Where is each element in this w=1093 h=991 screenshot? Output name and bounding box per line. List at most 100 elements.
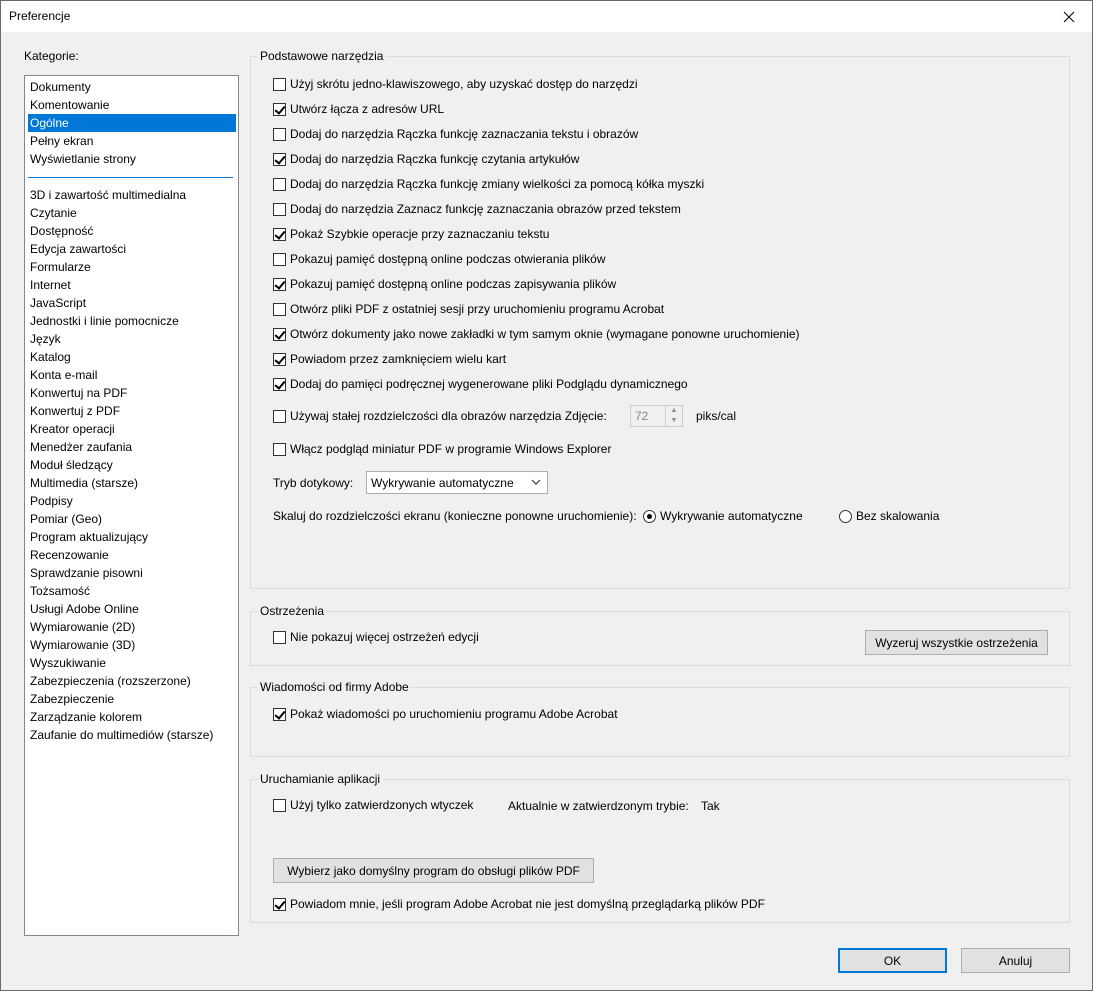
basic-tools-option[interactable]: Dodaj do narzędzia Rączka funkcję czytan… [273,151,579,167]
notify-default-row[interactable]: Powiadom mnie, jeśli program Adobe Acrob… [273,896,765,912]
basic-tools-option[interactable]: Utwórz łącza z adresów URL [273,101,444,117]
option-checkbox[interactable] [273,77,286,91]
warnings-legend: Ostrzeżenia [257,604,328,618]
category-item-zabezpieczenie[interactable]: Zabezpieczenie [28,690,236,708]
category-item-javascript[interactable]: JavaScript [28,294,236,312]
category-item-internet[interactable]: Internet [28,276,236,294]
category-item-dokumenty[interactable]: Dokumenty [28,78,236,96]
resolution-stepper[interactable]: 72 ▲ ▼ [630,405,683,427]
category-item-menedzer-zaufania[interactable]: Menedżer zaufania [28,438,236,456]
notify-default-label: Powiadom mnie, jeśli program Adobe Acrob… [290,897,765,911]
category-item-jednostki-i-linie-pomocnicze[interactable]: Jednostki i linie pomocnicze [28,312,236,330]
category-item-tozsamosc[interactable]: Tożsamość [28,582,236,600]
category-item-zaufanie-do-multimediow-starsze[interactable]: Zaufanie do multimediów (starsze) [28,726,236,744]
category-item-konta-e-mail[interactable]: Konta e-mail [28,366,236,384]
option-checkbox[interactable] [273,352,286,366]
touch-mode-select[interactable]: Wykrywanie automatyczne [366,471,548,494]
category-item-dostepnosc[interactable]: Dostępność [28,222,236,240]
scaling-none-radio[interactable] [839,509,852,523]
category-item-komentowanie[interactable]: Komentowanie [28,96,236,114]
scaling-auto-radio[interactable] [643,509,656,523]
category-item-pomiar-geo[interactable]: Pomiar (Geo) [28,510,236,528]
close-button[interactable] [1046,1,1092,32]
category-item-czytanie[interactable]: Czytanie [28,204,236,222]
thumbnails-row[interactable]: Włącz podgląd miniatur PDF w programie W… [273,441,611,457]
option-checkbox[interactable] [273,102,286,116]
option-checkbox[interactable] [273,227,286,241]
option-checkbox[interactable] [273,177,286,191]
basic-tools-option[interactable]: Użyj skrótu jedno-klawiszowego, aby uzys… [273,76,638,92]
category-item-kreator-operacji[interactable]: Kreator operacji [28,420,236,438]
option-checkbox[interactable] [273,277,286,291]
option-checkbox[interactable] [273,127,286,141]
ok-button[interactable]: OK [838,948,947,973]
category-item-formularze[interactable]: Formularze [28,258,236,276]
reset-warnings-button[interactable]: Wyzeruj wszystkie ostrzeżenia [865,630,1048,655]
fixed-resolution-checkbox[interactable] [273,409,286,423]
thumbnails-checkbox[interactable] [273,442,286,456]
category-item-zarzadzanie-kolorem[interactable]: Zarządzanie kolorem [28,708,236,726]
cancel-button[interactable]: Anuluj [961,948,1070,973]
approved-plugins-checkbox[interactable] [273,798,286,812]
basic-tools-option[interactable]: Powiadom przez zamknięciem wielu kart [273,351,506,367]
category-item-zabezpieczenia-rozszerzone[interactable]: Zabezpieczenia (rozszerzone) [28,672,236,690]
category-item-konwertuj-z-pdf[interactable]: Konwertuj z PDF [28,402,236,420]
option-label: Pokazuj pamięć dostępną online podczas o… [290,252,606,266]
no-edit-warnings-row[interactable]: Nie pokazuj więcej ostrzeżeń edycji [273,629,479,645]
basic-tools-option[interactable]: Dodaj do narzędzia Zaznacz funkcję zazna… [273,201,681,217]
option-label: Dodaj do narzędzia Zaznacz funkcję zazna… [290,202,681,216]
option-checkbox[interactable] [273,302,286,316]
no-edit-warnings-checkbox[interactable] [273,630,286,644]
option-label: Użyj skrótu jedno-klawiszowego, aby uzys… [290,77,638,91]
stepper-up-icon[interactable]: ▲ [666,406,682,416]
category-item-multimedia-starsze[interactable]: Multimedia (starsze) [28,474,236,492]
option-label: Dodaj do narzędzia Rączka funkcję zmiany… [290,177,705,191]
category-item-uslugi-adobe-online[interactable]: Usługi Adobe Online [28,600,236,618]
fixed-resolution-row[interactable]: Używaj stałej rozdzielczości dla obrazów… [273,408,607,424]
basic-tools-option[interactable]: Otwórz pliki PDF z ostatniej sesji przy … [273,301,664,317]
category-item-wymiarowanie-3d[interactable]: Wymiarowanie (3D) [28,636,236,654]
basic-tools-option[interactable]: Dodaj do narzędzia Rączka funkcję zmiany… [273,176,704,192]
basic-tools-option[interactable]: Pokazuj pamięć dostępną online podczas z… [273,276,616,292]
category-item-program-aktualizujacy[interactable]: Program aktualizujący [28,528,236,546]
category-item-3d-i-zawartosc-multimedialna[interactable]: 3D i zawartość multimedialna [28,186,236,204]
category-item-wymiarowanie-2d[interactable]: Wymiarowanie (2D) [28,618,236,636]
category-item-sprawdzanie-pisowni[interactable]: Sprawdzanie pisowni [28,564,236,582]
category-item-podpisy[interactable]: Podpisy [28,492,236,510]
approved-plugins-row[interactable]: Użyj tylko zatwierdzonych wtyczek [273,797,473,813]
option-checkbox[interactable] [273,327,286,341]
categories-list[interactable]: Dokumenty Komentowanie Ogólne Pełny ekran Wy… [24,75,239,936]
option-checkbox[interactable] [273,252,286,266]
option-checkbox[interactable] [273,152,286,166]
show-messages-checkbox[interactable] [273,707,286,721]
basic-tools-option[interactable]: Dodaj do pamięci podręcznej wygenerowane… [273,376,688,392]
option-checkbox[interactable] [273,377,286,391]
option-label: Dodaj do narzędzia Rączka funkcję zaznac… [290,127,639,141]
scaling-none-label: Bez skalowania [856,509,940,523]
notify-default-checkbox[interactable] [273,897,286,911]
category-item-modul-sledzacy[interactable]: Moduł śledzący [28,456,236,474]
category-item-katalog[interactable]: Katalog [28,348,236,366]
scaling-none-option[interactable]: Bez skalowania [839,508,939,524]
show-messages-row[interactable]: Pokaż wiadomości po uruchomieniu program… [273,706,618,722]
category-item-edycja-zawartosci[interactable]: Edycja zawartości [28,240,236,258]
category-item-wyszukiwanie[interactable]: Wyszukiwanie [28,654,236,672]
set-default-pdf-button[interactable]: Wybierz jako domyślny program do obsługi… [273,858,594,883]
stepper-down-icon[interactable]: ▼ [666,416,682,426]
basic-tools-option[interactable]: Dodaj do narzędzia Rączka funkcję zaznac… [273,126,638,142]
category-item-jezyk[interactable]: Język [28,330,236,348]
option-checkbox[interactable] [273,202,286,216]
basic-tools-option[interactable]: Pokazuj pamięć dostępną online podczas o… [273,251,606,267]
basic-tools-option[interactable]: Otwórz dokumenty jako nowe zakładki w ty… [273,326,800,342]
approved-mode-status-value: Tak [701,799,720,813]
title-bar: Preferencje [1,1,1092,32]
preferences-dialog: Preferencje Kategorie: Dokumenty Komentow… [0,0,1093,991]
category-item-konwertuj-na-pdf[interactable]: Konwertuj na PDF [28,384,236,402]
scaling-auto-option[interactable]: Wykrywanie automatyczne [643,508,803,524]
category-item-pelny-ekran[interactable]: Pełny ekran [28,132,236,150]
category-item-ogolne[interactable]: Ogólne [28,114,236,132]
window-title: Preferencje [9,9,71,23]
category-item-wyswietlanie-strony[interactable]: Wyświetlanie strony [28,150,236,168]
basic-tools-option[interactable]: Pokaż Szybkie operacje przy zaznaczaniu … [273,226,549,242]
category-item-recenzowanie[interactable]: Recenzowanie [28,546,236,564]
